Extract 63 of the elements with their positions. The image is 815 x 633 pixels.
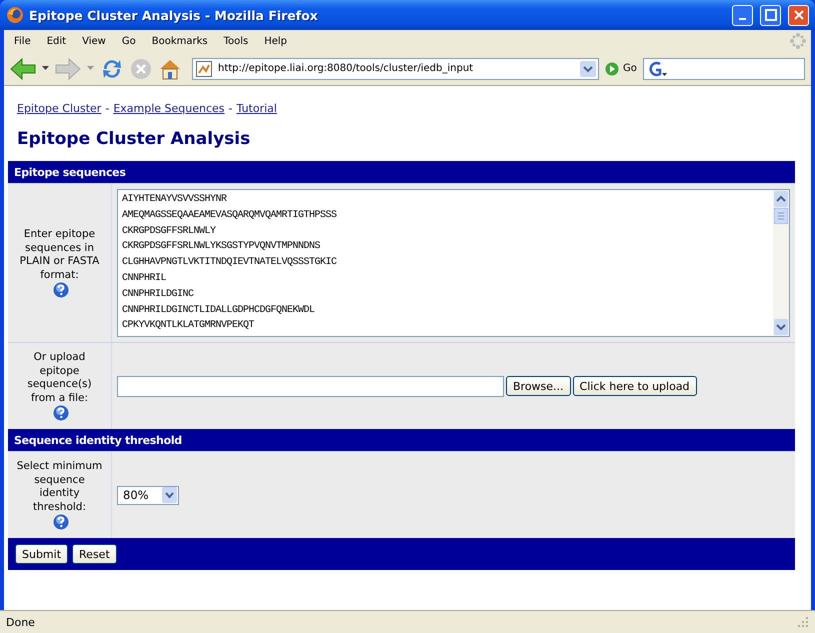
form-button[interactable]: Reset bbox=[72, 544, 117, 564]
maximize-button[interactable] bbox=[760, 4, 781, 26]
window-title: Epitope Cluster Analysis - Mozilla Firefox bbox=[29, 8, 318, 22]
scrollbar[interactable] bbox=[773, 190, 789, 336]
minimize-icon bbox=[739, 18, 746, 20]
dropdown-caret-icon bbox=[162, 487, 177, 503]
breadcrumb-link[interactable]: Epitope Cluster bbox=[17, 102, 102, 115]
separator: - bbox=[105, 102, 110, 115]
throbber-icon bbox=[789, 32, 807, 50]
file-path-field[interactable] bbox=[117, 376, 504, 396]
menu-item[interactable]: Bookmarks bbox=[146, 36, 214, 46]
dropdown-caret-icon[interactable] bbox=[580, 60, 596, 76]
help-icon[interactable] bbox=[53, 405, 69, 421]
menu-item[interactable]: File bbox=[8, 36, 37, 46]
separator: - bbox=[228, 102, 233, 115]
browse-button[interactable]: Browse... bbox=[506, 376, 571, 396]
sequence-line: AIYHTENAYVSVVSSHYNR bbox=[122, 193, 228, 207]
breadcrumb-link[interactable]: Tutorial bbox=[236, 102, 277, 115]
page-heading: Epitope Cluster Analysis bbox=[17, 129, 252, 149]
section-header: Sequence identity threshold bbox=[13, 433, 183, 449]
address-field[interactable]: http://epitope.liai.org:8080/tools/cluster/iedb_input bbox=[192, 58, 599, 80]
form-button[interactable]: Submit bbox=[15, 544, 68, 564]
scroll-thumb[interactable] bbox=[774, 208, 788, 224]
section-header: Epitope sequences bbox=[13, 165, 127, 181]
field-label: Enter epitope sequences in PLAIN or FASTA format: bbox=[18, 228, 100, 282]
close-icon bbox=[792, 9, 804, 21]
menu-item[interactable]: Tools bbox=[218, 36, 254, 46]
url-text: http://epitope.liai.org:8080/tools/cluster/iedb_input bbox=[218, 63, 474, 74]
scroll-up-icon[interactable] bbox=[774, 191, 788, 207]
browser-logo-icon bbox=[6, 6, 24, 24]
field-label: Or upload epitope sequence(s) from a file: bbox=[26, 351, 93, 405]
help-icon[interactable] bbox=[53, 514, 69, 530]
field-label: Select minimum sequence identity threshold: bbox=[16, 460, 104, 514]
upload-button[interactable]: Click here to upload bbox=[572, 376, 697, 396]
back-arrow-icon[interactable] bbox=[10, 58, 36, 80]
sequence-line: CNNPHRIL bbox=[122, 272, 168, 286]
minimize-button[interactable] bbox=[732, 4, 753, 26]
page-icon bbox=[196, 60, 212, 76]
menu-item[interactable]: View bbox=[76, 36, 112, 46]
sequence-textarea[interactable] bbox=[117, 189, 790, 337]
help-icon[interactable] bbox=[53, 282, 69, 298]
sequence-line: CLGHHAVPNGTLVKTITNDQIEVTNATELVQSSSTGKIC bbox=[122, 256, 338, 270]
sequence-line: AMEQMAGSSEQAAEAMEVASQARQMVQAMRTIGTHPSSS bbox=[122, 208, 338, 223]
menu-item[interactable]: Go bbox=[116, 36, 142, 46]
search-field[interactable] bbox=[642, 58, 805, 80]
close-button[interactable] bbox=[788, 4, 809, 26]
threshold-select[interactable]: 80% bbox=[117, 486, 179, 504]
status-text: Done bbox=[6, 616, 35, 628]
search-engine-icon[interactable] bbox=[646, 60, 667, 78]
menu-item[interactable]: Edit bbox=[40, 36, 72, 46]
sequence-line: CNNPHRILDGINCTLIDALLGDPHCDGFQNEKWDL bbox=[122, 304, 316, 318]
dropdown-caret-icon[interactable] bbox=[42, 66, 49, 71]
go-icon[interactable] bbox=[605, 62, 619, 76]
resize-grip-icon[interactable] bbox=[797, 616, 809, 628]
breadcrumb-link[interactable]: Example Sequences bbox=[113, 102, 225, 115]
menu-item[interactable]: Help bbox=[258, 36, 294, 46]
sequence-line: CNNPHRILDGINC bbox=[122, 288, 195, 302]
scroll-down-icon[interactable] bbox=[774, 319, 788, 335]
sequence-line: CKRGPDSGFFSRLNWLY bbox=[122, 224, 217, 239]
go-button[interactable]: Go bbox=[623, 63, 637, 74]
sequence-line: CKRGPDSGFFSRLNWLYKSGSTYPVQNVTMPNNDNS bbox=[122, 240, 322, 254]
maximize-icon bbox=[764, 9, 776, 21]
sequence-line: CPKYVKQNTLKLATGMRNVPEKQT bbox=[122, 319, 256, 334]
